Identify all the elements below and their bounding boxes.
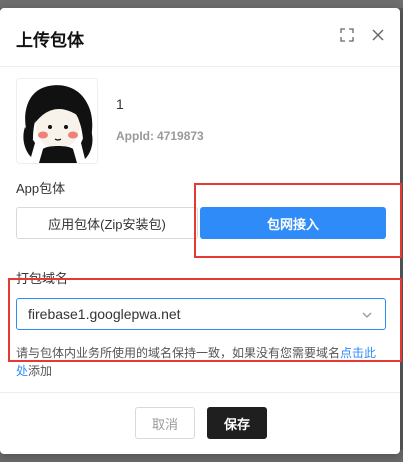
domain-select-value: firebase1.googlepwa.net	[28, 306, 181, 322]
app-id: AppId: 4719873	[116, 129, 204, 143]
domain-section-label: 打包域名	[16, 271, 69, 286]
chevron-down-icon	[361, 309, 373, 321]
package-option-zip[interactable]: 应用包体(Zip安装包)	[16, 207, 198, 239]
package-option-web-access[interactable]: 包网接入	[200, 207, 386, 239]
package-section-label: App包体	[16, 181, 66, 196]
help-text: 请与包体内业务所使用的域名保持一致，如果没有您需要域名	[16, 346, 341, 360]
dialog-header: 上传包体	[0, 8, 400, 67]
app-id-value: 4719873	[157, 129, 204, 143]
app-name: 1	[116, 96, 124, 112]
domain-select[interactable]: firebase1.googlepwa.net	[16, 298, 386, 330]
close-icon[interactable]	[370, 27, 386, 43]
help-suffix: 添加	[28, 364, 53, 378]
dialog-title: 上传包体	[16, 31, 84, 50]
domain-help-text: 请与包体内业务所使用的域名保持一致，如果没有您需要域名点击此处添加	[16, 344, 386, 380]
app-id-label: AppId:	[116, 129, 154, 143]
save-button[interactable]: 保存	[207, 407, 267, 439]
dialog-footer: 取消 保存	[0, 392, 400, 455]
backdrop	[0, 0, 403, 8]
app-avatar	[16, 78, 98, 164]
fullscreen-icon[interactable]	[339, 27, 355, 43]
cancel-button[interactable]: 取消	[135, 407, 195, 439]
upload-package-dialog: 上传包体 1 AppId: 4719873 App包体 应用包体(Zip安装包)…	[0, 8, 400, 454]
